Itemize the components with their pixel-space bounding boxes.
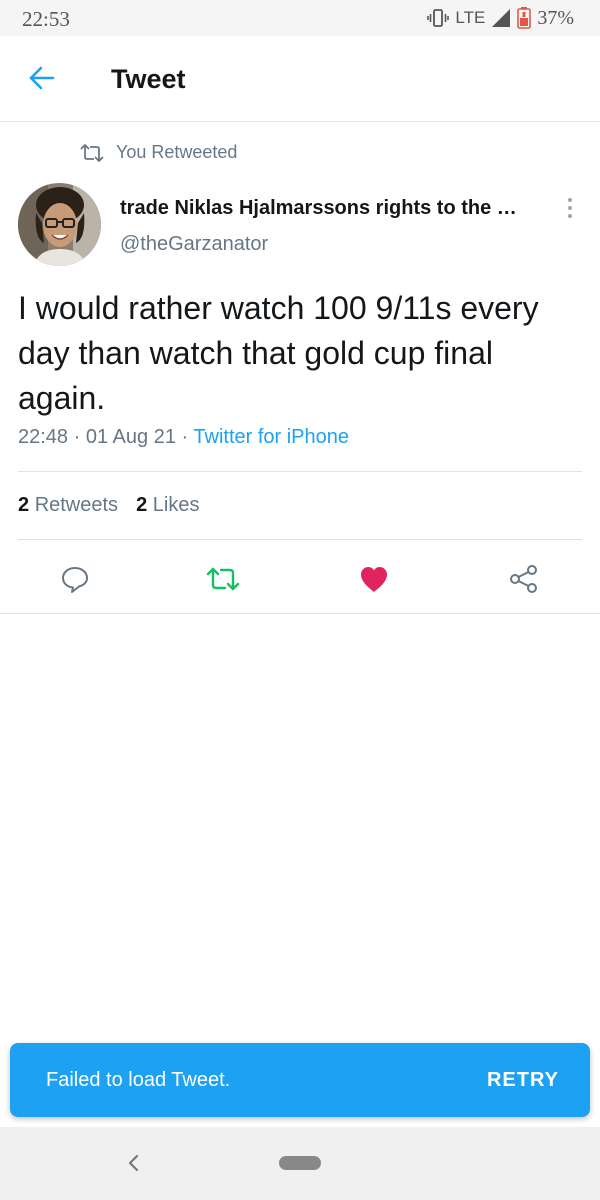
more-options-button[interactable]	[558, 193, 582, 223]
user-handle[interactable]: @theGarzanator	[120, 233, 268, 256]
nav-home-pill[interactable]	[279, 1156, 321, 1170]
retweets-label: Retweets	[34, 494, 119, 516]
avatar[interactable]	[18, 183, 101, 266]
vibrate-icon	[427, 9, 450, 27]
tweet-actions	[0, 555, 600, 601]
error-snackbar: Failed to load Tweet. RETRY	[10, 1043, 590, 1117]
status-time: 22:53	[22, 7, 70, 31]
tweet-meta: 22:48 · 01 Aug 21 · Twitter for iPhone	[18, 426, 349, 449]
system-nav-bar	[0, 1127, 600, 1200]
meta-separator: ·	[73, 426, 81, 448]
signal-icon	[492, 9, 511, 27]
status-bar: 22:53 LTE 37%	[0, 0, 600, 36]
page-title: Tweet	[111, 64, 186, 94]
retry-button[interactable]: RETRY	[487, 1069, 559, 1092]
tweet-date: 01 Aug 21	[85, 426, 176, 448]
retweets-count: 2	[18, 494, 30, 516]
battery-icon	[517, 7, 532, 29]
tweet-time: 22:48	[18, 426, 69, 448]
meta-separator: ·	[181, 426, 189, 448]
divider	[18, 471, 582, 472]
reply-button[interactable]	[55, 559, 95, 599]
divider	[18, 539, 582, 540]
display-name[interactable]: trade Niklas Hjalmarssons rights to the …	[120, 197, 540, 220]
likes-count: 2	[136, 494, 148, 516]
retweet-context-label: You Retweeted	[116, 142, 238, 162]
more-vertical-icon	[568, 206, 572, 210]
divider	[0, 613, 600, 614]
retweet-icon	[80, 143, 104, 162]
avatar-image	[18, 183, 101, 266]
nav-back-button[interactable]	[118, 1148, 148, 1178]
nav-back-icon	[128, 1154, 139, 1172]
like-button[interactable]	[354, 559, 394, 599]
more-vertical-icon	[568, 198, 572, 202]
retweet-button[interactable]	[203, 559, 243, 599]
more-vertical-icon	[568, 214, 572, 218]
retweet-icon	[206, 567, 240, 591]
tweet-source-link[interactable]: Twitter for iPhone	[193, 426, 349, 448]
share-icon	[510, 565, 537, 593]
app-bar: Tweet	[0, 36, 600, 122]
heart-icon	[361, 567, 387, 592]
network-type: LTE	[455, 8, 486, 27]
tweet-text: I would rather watch 100 9/11s every day…	[18, 290, 539, 416]
reply-icon	[62, 567, 88, 593]
tweet-stats: 2 Retweets 2 Likes	[18, 494, 199, 517]
retweets-stat[interactable]: 2 Retweets	[18, 494, 118, 517]
back-button[interactable]	[22, 58, 62, 98]
share-button[interactable]	[504, 559, 544, 599]
likes-label: Likes	[152, 494, 200, 516]
retweet-context: You Retweeted	[80, 142, 237, 163]
snackbar-message: Failed to load Tweet.	[46, 1069, 231, 1091]
arrow-left-icon	[29, 66, 55, 90]
battery-percent: 37%	[537, 6, 574, 29]
status-indicators: LTE 37%	[427, 6, 574, 30]
likes-stat[interactable]: 2 Likes	[136, 494, 199, 517]
